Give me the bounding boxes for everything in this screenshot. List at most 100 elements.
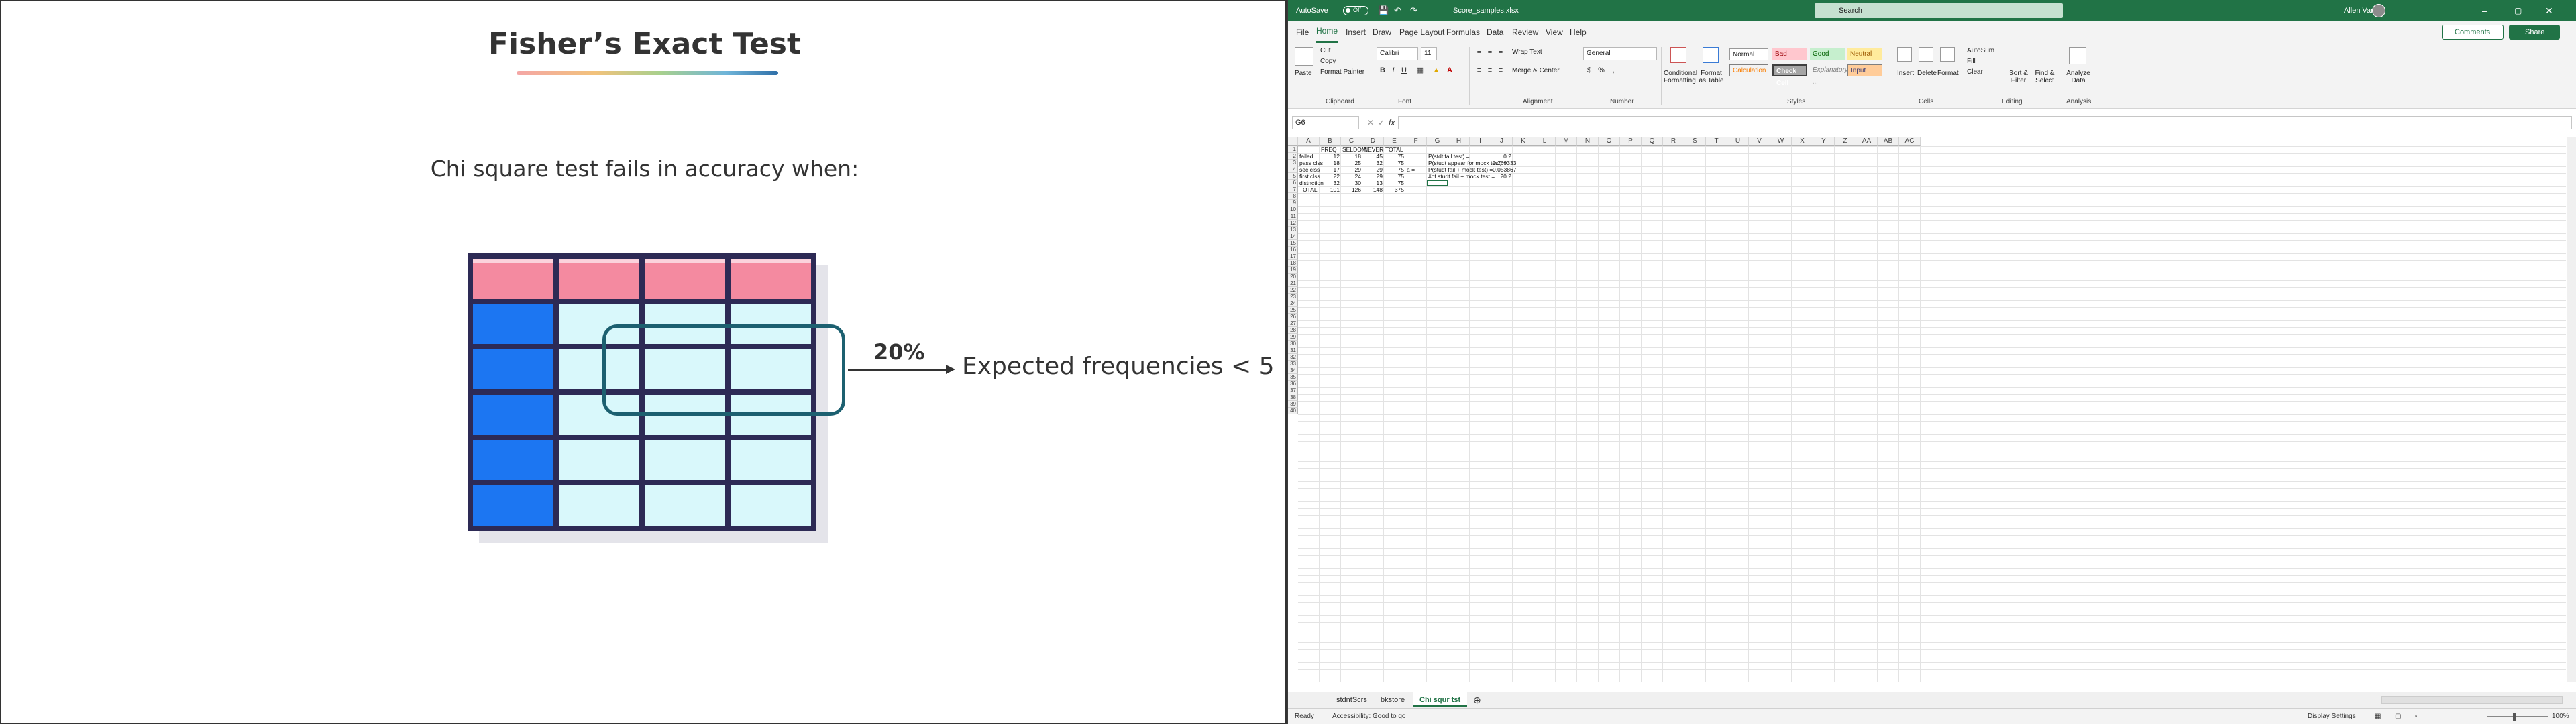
format-as-table-button[interactable]: Format as Table <box>1697 70 1725 84</box>
formula-input[interactable] <box>1398 116 2572 129</box>
horizontal-scrollbar[interactable] <box>2381 696 2563 704</box>
conditional-formatting-icon[interactable] <box>1670 47 1686 63</box>
cell-row-label[interactable]: failed <box>1299 153 1318 160</box>
tab-draw[interactable]: Draw <box>1373 21 1391 43</box>
sheet-tab-bkstore[interactable]: bkstore <box>1374 692 1411 707</box>
tab-help[interactable]: Help <box>1570 21 1587 43</box>
cell-row-label[interactable]: sec clss <box>1299 166 1320 173</box>
style-calculation[interactable]: Calculation <box>1729 64 1768 76</box>
align-bottom-icon[interactable]: ≡ <box>1496 48 1505 58</box>
align-left-icon[interactable]: ≡ <box>1474 66 1484 75</box>
row-header[interactable]: 29 <box>1288 334 1298 341</box>
cell-calc-label[interactable]: P(studt fail + mock test) = <box>1428 166 1493 173</box>
undo-icon[interactable]: ↶ <box>1394 0 1401 21</box>
row-header[interactable]: 18 <box>1288 260 1298 267</box>
column-header-n[interactable]: N <box>1577 137 1599 146</box>
share-button[interactable]: Share <box>2509 25 2560 40</box>
row-header[interactable]: 31 <box>1288 347 1298 354</box>
cell-calc-label[interactable]: P(stdt fail test) = <box>1428 153 1490 160</box>
column-header-o[interactable]: O <box>1599 137 1620 146</box>
insert-cells-button[interactable]: Insert <box>1897 70 1914 77</box>
column-header-y[interactable]: Y <box>1813 137 1835 146</box>
tab-data[interactable]: Data <box>1487 21 1503 43</box>
row-header[interactable]: 5 <box>1288 173 1298 180</box>
style-check-cell[interactable]: Check Cell <box>1772 64 1807 87</box>
page-layout-view-icon[interactable]: ▢ <box>2395 709 2401 724</box>
cell-row-label[interactable]: TOTAL <box>1299 186 1318 193</box>
cell-value[interactable]: 32 <box>1364 160 1383 166</box>
column-header-h[interactable]: H <box>1448 137 1470 146</box>
comments-button[interactable]: Comments <box>2442 25 2504 40</box>
cell-value[interactable]: 75 <box>1385 153 1404 160</box>
analyze-data-icon[interactable] <box>2069 47 2086 64</box>
row-header[interactable]: 24 <box>1288 300 1298 307</box>
column-header-k[interactable]: K <box>1513 137 1534 146</box>
add-sheet-icon[interactable]: ⊕ <box>1466 692 1488 707</box>
cell-value[interactable]: 25 <box>1342 160 1361 166</box>
cell-value[interactable]: 45 <box>1364 153 1383 160</box>
style-good[interactable]: Good <box>1810 48 1845 60</box>
row-header[interactable]: 39 <box>1288 401 1298 408</box>
align-top-icon[interactable]: ≡ <box>1474 48 1484 58</box>
borders-icon[interactable]: ▦ <box>1415 66 1425 75</box>
column-header-j[interactable]: J <box>1491 137 1513 146</box>
tab-file[interactable]: File <box>1296 21 1309 43</box>
style-neutral[interactable]: Neutral <box>1847 48 1882 60</box>
redo-icon[interactable]: ↷ <box>1410 0 1417 21</box>
page-break-view-icon[interactable]: ▫ <box>2415 709 2418 724</box>
cell-value[interactable]: 22 <box>1321 173 1340 180</box>
column-header-v[interactable]: V <box>1749 137 1770 146</box>
number-format-select[interactable]: General <box>1583 47 1657 60</box>
delete-cells-button[interactable]: Delete <box>1917 70 1937 77</box>
tab-home[interactable]: Home <box>1316 21 1338 43</box>
cell-value[interactable]: 75 <box>1385 160 1404 166</box>
cell-value[interactable]: 375 <box>1385 186 1404 193</box>
cell-value[interactable]: 24 <box>1342 173 1361 180</box>
cell-header[interactable]: FREQ <box>1321 146 1340 153</box>
cell-calc-value[interactable]: 0.269333 <box>1493 160 1516 166</box>
font-name-select[interactable]: Calibri <box>1377 47 1418 60</box>
row-header[interactable]: 32 <box>1288 354 1298 361</box>
close-icon[interactable]: ✕ <box>2545 0 2553 21</box>
cell-calc-label[interactable]: #of studt fail + mock test = <box>1428 173 1495 180</box>
column-header-u[interactable]: U <box>1727 137 1749 146</box>
cell-value[interactable]: 29 <box>1342 166 1361 173</box>
conditional-formatting-button[interactable]: Conditional Formatting <box>1664 70 1697 84</box>
paste-button[interactable]: Paste <box>1295 70 1312 77</box>
row-header[interactable]: 1 <box>1288 146 1298 153</box>
cell-value[interactable]: 148 <box>1364 186 1383 193</box>
bold-icon[interactable]: B <box>1378 66 1387 75</box>
font-size-select[interactable]: 11 <box>1421 47 1437 60</box>
row-header[interactable]: 15 <box>1288 240 1298 247</box>
cell-value[interactable]: 18 <box>1342 153 1361 160</box>
column-header-w[interactable]: W <box>1770 137 1792 146</box>
row-header[interactable]: 23 <box>1288 294 1298 300</box>
column-header-i[interactable]: I <box>1470 137 1491 146</box>
copy-button[interactable]: Copy <box>1320 58 1336 65</box>
column-header-a[interactable]: A <box>1298 137 1320 146</box>
row-header[interactable]: 9 <box>1288 200 1298 206</box>
paste-icon[interactable] <box>1295 47 1313 66</box>
row-header[interactable]: 7 <box>1288 186 1298 193</box>
currency-icon[interactable]: $ <box>1585 66 1594 75</box>
row-header[interactable]: 37 <box>1288 387 1298 394</box>
row-header[interactable]: 35 <box>1288 374 1298 381</box>
cell-calc-label[interactable]: P(studt appear for mock test) = <box>1428 160 1507 166</box>
find-select-button[interactable]: Find & Select <box>2033 70 2057 84</box>
worksheet-grid[interactable]: A B C D E F G H I J K L M N O P Q R S T U V W X Y Z AA AB AC 1 2 3 4 5 6 7 8… <box>1288 137 2567 682</box>
column-header-l[interactable]: L <box>1534 137 1556 146</box>
search-input[interactable]: Search <box>1815 3 2063 18</box>
enter-icon[interactable]: ✓ <box>1378 116 1385 129</box>
row-header[interactable]: 3 <box>1288 160 1298 166</box>
autosave-toggle[interactable]: Off <box>1343 6 1368 15</box>
maximize-icon[interactable]: ▢ <box>2514 0 2522 21</box>
align-right-icon[interactable]: ≡ <box>1496 66 1505 75</box>
fill-button[interactable]: Fill <box>1967 58 1976 65</box>
column-header-p[interactable]: P <box>1620 137 1642 146</box>
tab-formulas[interactable]: Formulas <box>1446 21 1480 43</box>
align-center-icon[interactable]: ≡ <box>1485 66 1495 75</box>
column-header-e[interactable]: E <box>1384 137 1405 146</box>
normal-view-icon[interactable]: ▦ <box>2375 709 2381 724</box>
cell-value[interactable]: 32 <box>1321 180 1340 186</box>
row-header[interactable]: 34 <box>1288 367 1298 374</box>
